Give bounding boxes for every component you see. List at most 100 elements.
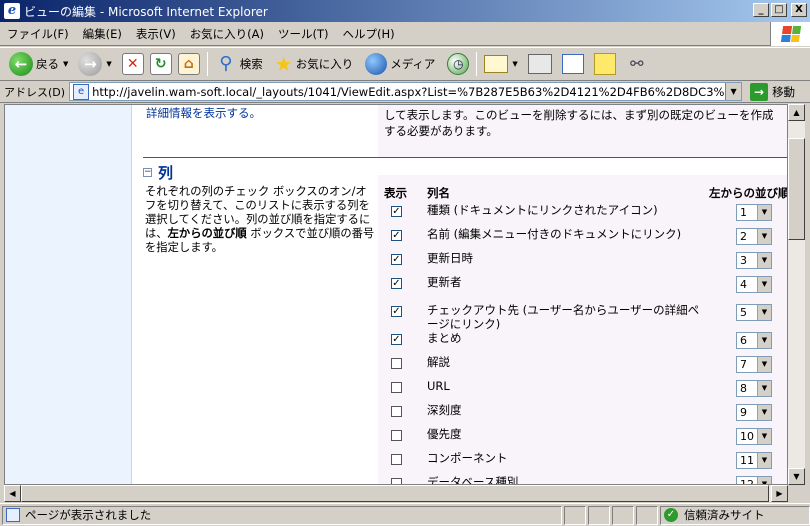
order-select[interactable]: 12 ▼ (736, 476, 772, 484)
title-bar: e ビューの編集 - Microsoft Internet Explorer _… (0, 0, 810, 22)
media-button[interactable]: メディア (362, 50, 438, 78)
menu-tools[interactable]: ツール(T) (271, 26, 336, 42)
go-button[interactable]: → 移動 (750, 82, 795, 101)
note-icon (593, 53, 616, 75)
order-select[interactable]: 6 ▼ (736, 332, 772, 349)
stop-button[interactable]: ✕ (119, 50, 147, 78)
refresh-button[interactable]: ↻ (147, 50, 175, 78)
scroll-up-icon[interactable]: ▲ (788, 104, 805, 121)
research-icon: ⚯ (630, 54, 644, 73)
window-title: ビューの編集 - Microsoft Internet Explorer (24, 4, 268, 19)
order-dropdown-icon[interactable]: ▼ (757, 253, 771, 268)
edit-page-button[interactable] (559, 50, 587, 78)
scroll-left-icon[interactable]: ◀ (4, 485, 21, 502)
collapse-icon[interactable]: − (143, 168, 152, 177)
show-column-checkbox[interactable]: ✓ (391, 306, 402, 317)
print-button[interactable] (525, 50, 555, 78)
discuss-button[interactable] (591, 50, 619, 78)
menu-favorites[interactable]: お気に入り(A) (183, 26, 271, 42)
forward-button[interactable]: → ▼ (75, 50, 118, 78)
address-input[interactable]: e http://javelin.wam-soft.local/_layouts… (69, 82, 743, 101)
show-column-checkbox[interactable]: ✓ (391, 254, 402, 265)
home-button[interactable]: ⌂ (175, 50, 203, 78)
scroll-right-icon[interactable]: ▶ (771, 485, 788, 502)
column-row: 深刻度 9 ▼ (378, 401, 787, 425)
order-dropdown-icon[interactable]: ▼ (757, 205, 771, 220)
search-icon: ⚲ (219, 53, 233, 74)
section-title[interactable]: − 列 (143, 162, 173, 183)
top-right-text: して表示します。このビューを削除するには、まず別の既定のビューを作成する必要があ… (384, 108, 774, 138)
show-column-checkbox[interactable]: ✓ (391, 230, 402, 241)
mail-dropdown-icon[interactable]: ▼ (512, 60, 517, 68)
order-select[interactable]: 2 ▼ (736, 228, 772, 245)
history-icon: ◷ (447, 53, 470, 75)
order-select[interactable]: 9 ▼ (736, 404, 772, 421)
order-select[interactable]: 3 ▼ (736, 252, 772, 269)
order-dropdown-icon[interactable]: ▼ (757, 357, 771, 372)
column-row: データベース種別 12 ▼ (378, 473, 787, 485)
menu-file[interactable]: ファイル(F) (0, 26, 76, 42)
order-select[interactable]: 8 ▼ (736, 380, 772, 397)
column-name: 更新日時 (427, 251, 473, 265)
vertical-scrollbar[interactable]: ▲ ▼ (788, 104, 805, 485)
order-dropdown-icon[interactable]: ▼ (757, 477, 771, 484)
order-select[interactable]: 5 ▼ (736, 304, 772, 321)
show-column-checkbox[interactable] (391, 406, 402, 417)
show-column-checkbox[interactable] (391, 430, 402, 441)
show-column-checkbox[interactable] (391, 478, 402, 484)
window-controls: _ □ X (753, 3, 807, 17)
column-name: 解説 (427, 355, 450, 369)
order-dropdown-icon[interactable]: ▼ (757, 305, 771, 320)
show-column-checkbox[interactable]: ✓ (391, 206, 402, 217)
column-name: 優先度 (427, 427, 462, 441)
order-dropdown-icon[interactable]: ▼ (757, 381, 771, 396)
column-row: 解説 7 ▼ (378, 353, 787, 377)
order-dropdown-icon[interactable]: ▼ (757, 405, 771, 420)
order-dropdown-icon[interactable]: ▼ (757, 229, 771, 244)
show-column-checkbox[interactable] (391, 382, 402, 393)
search-label: 検索 (239, 57, 263, 71)
order-dropdown-icon[interactable]: ▼ (757, 333, 771, 348)
column-name: 更新者 (427, 275, 462, 289)
address-url[interactable]: http://javelin.wam-soft.local/_layouts/1… (92, 85, 732, 99)
horizontal-scroll-thumb[interactable] (21, 485, 769, 502)
order-select[interactable]: 1 ▼ (736, 204, 772, 221)
back-button[interactable]: ← 戻る ▼ (6, 50, 75, 78)
mail-button[interactable]: ▼ (481, 50, 524, 78)
maximize-button[interactable]: □ (771, 3, 787, 17)
show-column-checkbox[interactable] (391, 358, 402, 369)
search-button[interactable]: ⚲ 検索 (212, 50, 266, 78)
order-select[interactable]: 4 ▼ (736, 276, 772, 293)
history-button[interactable]: ◷ (444, 50, 472, 78)
status-message: ページが表示されました (25, 508, 152, 522)
order-dropdown-icon[interactable]: ▼ (757, 453, 771, 468)
minimize-button[interactable]: _ (753, 3, 769, 17)
column-row: ✓ 更新者 4 ▼ (378, 273, 787, 297)
close-button[interactable]: X (791, 3, 807, 17)
forward-dropdown-icon[interactable]: ▼ (106, 60, 111, 68)
show-column-checkbox[interactable]: ✓ (391, 278, 402, 289)
scroll-down-icon[interactable]: ▼ (788, 468, 805, 485)
order-select[interactable]: 10 ▼ (736, 428, 772, 445)
top-left-text: 詳細情報を表示する。 (146, 106, 261, 120)
vertical-scroll-thumb[interactable] (788, 138, 805, 240)
show-column-checkbox[interactable] (391, 454, 402, 465)
favorites-button[interactable]: ★ お気に入り (272, 50, 356, 78)
media-label: メディア (390, 57, 436, 71)
address-dropdown-icon[interactable]: ▼ (725, 83, 742, 100)
column-name: まとめ (427, 331, 462, 345)
show-column-checkbox[interactable]: ✓ (391, 334, 402, 345)
order-dropdown-icon[interactable]: ▼ (757, 429, 771, 444)
menu-view[interactable]: 表示(V) (129, 26, 183, 42)
research-button[interactable]: ⚯ (623, 50, 651, 78)
horizontal-scrollbar[interactable]: ◀ ▶ (4, 485, 788, 502)
column-name: データベース種別 (427, 475, 519, 485)
order-select[interactable]: 11 ▼ (736, 452, 772, 469)
menu-edit[interactable]: 編集(E) (76, 26, 129, 42)
back-dropdown-icon[interactable]: ▼ (63, 60, 68, 68)
header-order: 左からの並び順 (709, 186, 788, 200)
trusted-sites-icon: ✓ (664, 508, 678, 522)
menu-help[interactable]: ヘルプ(H) (336, 26, 402, 42)
order-select[interactable]: 7 ▼ (736, 356, 772, 373)
order-dropdown-icon[interactable]: ▼ (757, 277, 771, 292)
